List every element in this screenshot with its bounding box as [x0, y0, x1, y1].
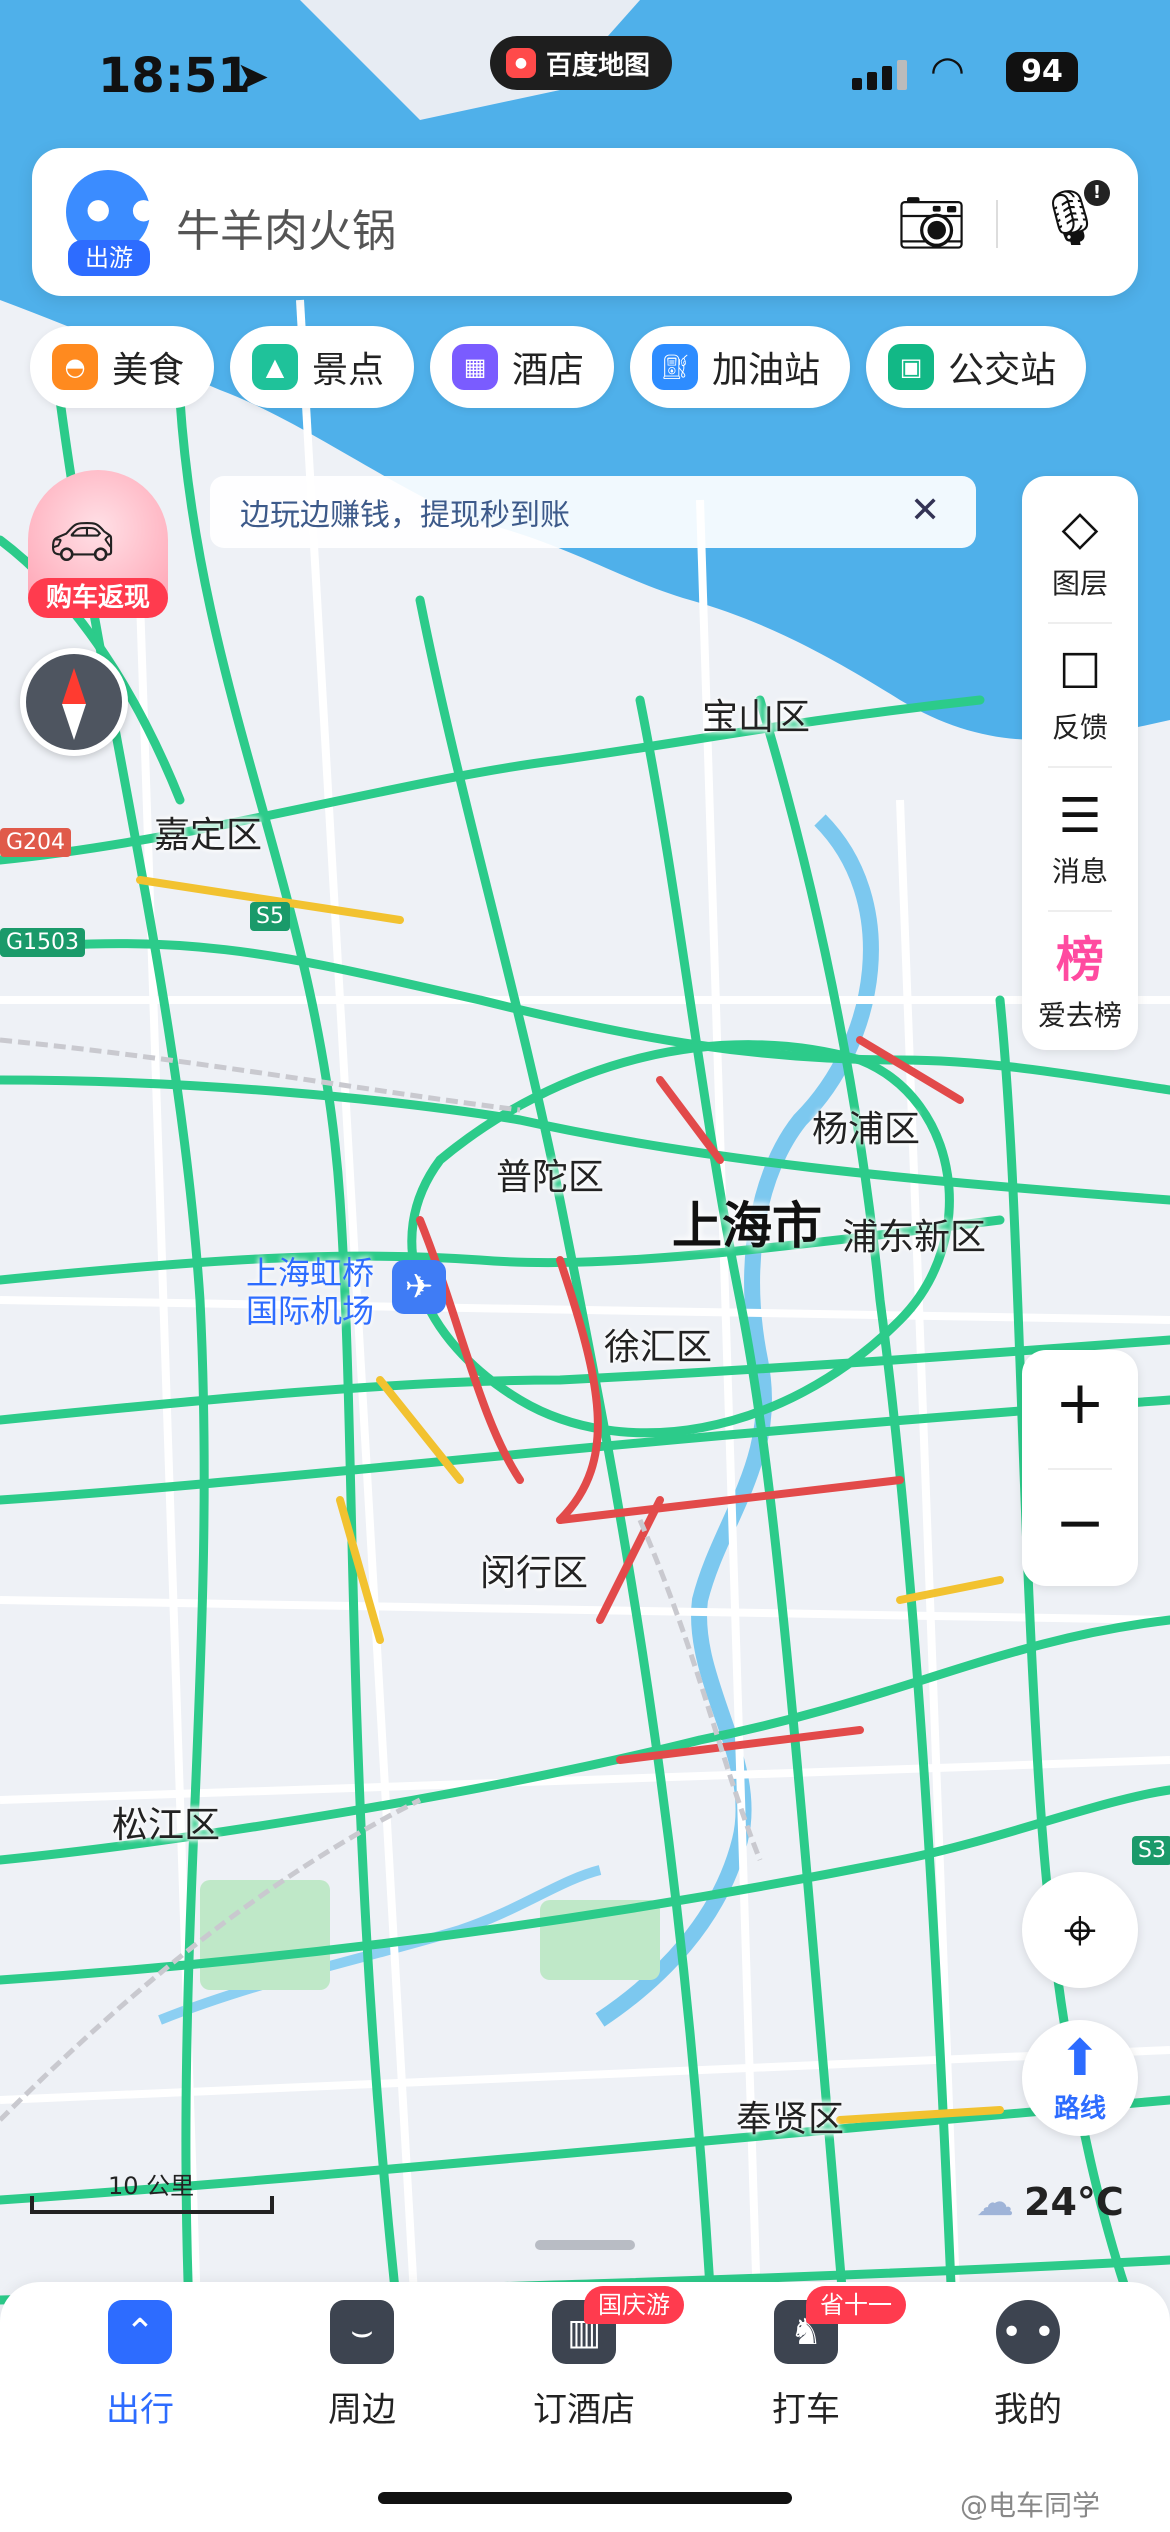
place-label-fengxian[interactable]: 奉贤区 — [736, 2090, 844, 2142]
highway-shield-g1503: G1503 — [0, 928, 86, 957]
compass-needle-south — [62, 704, 86, 740]
locate-me-button[interactable]: ⌖ — [1022, 1872, 1138, 1988]
toolbar-label: 爱去榜 — [1037, 999, 1122, 1032]
map-scale-bar — [30, 2196, 274, 2214]
car-icon: 🚗︎ — [48, 510, 117, 573]
tab-nearby[interactable]: ⌣ 周边 — [272, 2300, 452, 2431]
place-label-shanghai[interactable]: 上海市 — [672, 1186, 822, 1258]
feedback-icon: ☐ — [1058, 644, 1102, 700]
tab-label: 订酒店 — [533, 2390, 635, 2430]
earn-money-banner[interactable]: 边玩边赚钱，提现秒到账 — [210, 476, 976, 548]
airport-icon[interactable]: ✈ — [392, 1260, 446, 1314]
zoom-out-button[interactable]: − — [1022, 1488, 1138, 1558]
place-label-songjiang[interactable]: 松江区 — [112, 1796, 220, 1848]
wifi-icon: ◠ — [930, 48, 965, 94]
chip-gas-station[interactable]: ⛽︎ 加油站 — [630, 326, 851, 408]
route-button[interactable]: ⬆ 路线 — [1022, 2020, 1138, 2136]
weather-temp: 24°C — [1024, 2180, 1124, 2224]
place-label-baoshan[interactable]: 宝山区 — [702, 688, 810, 740]
partly-cloudy-icon: ☁ — [976, 2180, 1014, 2224]
layers-icon: ◇ — [1061, 500, 1099, 556]
travel-icon: ⌃ — [108, 2300, 172, 2364]
mic-notice-badge: ! — [1084, 180, 1110, 206]
nearby-icon: ⌣ — [330, 2300, 394, 2364]
toolbar-label: 图层 — [1051, 567, 1108, 600]
airport-label[interactable]: 上海虹桥 国际机场 — [246, 1254, 374, 1330]
banner-text: 边玩边赚钱，提现秒到账 — [240, 498, 570, 533]
app-name-pill: ● 百度地图 — [490, 36, 673, 90]
chip-label: 美食 — [112, 350, 185, 391]
route-arrow-icon: ⬆ — [1059, 2029, 1101, 2087]
tab-label: 打车 — [772, 2390, 840, 2430]
chip-label: 酒店 — [512, 350, 585, 391]
search-input[interactable]: 牛羊肉火锅 — [176, 195, 396, 259]
hotel-icon: ▦ — [452, 344, 499, 390]
baidu-map-logo-icon: ● — [506, 48, 536, 78]
toolbar-divider — [1048, 622, 1112, 624]
airport-label-line2: 国际机场 — [246, 1292, 375, 1330]
chip-scenic[interactable]: ▲ 景点 — [230, 326, 415, 408]
place-label-pudong[interactable]: 浦东新区 — [842, 1208, 986, 1260]
home-indicator[interactable] — [378, 2492, 792, 2504]
weather-widget[interactable]: ☁ 24°C — [976, 2180, 1124, 2224]
place-label-jiading[interactable]: 嘉定区 — [154, 806, 262, 858]
tab-travel[interactable]: ⌃ 出行 — [50, 2300, 230, 2431]
camera-icon[interactable]: 📷︎ — [896, 190, 967, 256]
crosshair-icon: ⌖ — [1063, 1896, 1097, 1964]
zoom-in-button[interactable]: + — [1022, 1368, 1138, 1438]
compass-needle-icon — [62, 668, 86, 704]
toolbar-label: 消息 — [1051, 855, 1108, 888]
mascot-eyes-icon: ● ● — [86, 192, 162, 225]
toolbar-divider — [1048, 766, 1112, 768]
tab-label: 出行 — [106, 2390, 174, 2430]
app-name: 百度地图 — [546, 50, 651, 81]
chip-label: 加油站 — [712, 350, 821, 391]
category-chips: ◓ 美食 ▲ 景点 ▦ 酒店 ⛽︎ 加油站 ▣ 公交站 — [30, 326, 1087, 408]
toolbar-layers[interactable]: ◇ 图层 — [1022, 500, 1138, 602]
toolbar-ranking[interactable]: 榜 爱去榜 — [1022, 932, 1138, 1034]
mascot-tag: 出游 — [68, 240, 150, 276]
location-arrow-icon: ➤ — [236, 54, 270, 100]
place-label-minhang[interactable]: 闵行区 — [480, 1544, 588, 1596]
gas-station-icon: ⛽︎ — [652, 344, 699, 390]
chip-hotel[interactable]: ▦ 酒店 — [430, 326, 615, 408]
highway-shield-g204: G204 — [0, 828, 72, 857]
status-time: 18:51 — [98, 48, 251, 104]
highway-shield-s5: S5 — [250, 902, 290, 931]
chip-bus-stop[interactable]: ▣ 公交站 — [866, 326, 1087, 408]
tab-badge-national-day: 国庆游 — [584, 2286, 684, 2324]
tab-profile[interactable]: • • 我的 — [938, 2300, 1118, 2431]
place-label-xuhui[interactable]: 徐汇区 — [604, 1318, 712, 1370]
food-icon: ◓ — [52, 344, 98, 390]
chip-label: 公交站 — [948, 350, 1057, 391]
toolbar-messages[interactable]: ☰ 消息 — [1022, 788, 1138, 890]
zoom-divider — [1048, 1468, 1112, 1470]
tab-label: 我的 — [994, 2390, 1062, 2430]
place-label-putuo[interactable]: 普陀区 — [496, 1148, 604, 1200]
place-label-yangpu[interactable]: 杨浦区 — [812, 1100, 920, 1152]
tab-label: 周边 — [328, 2390, 396, 2430]
chip-label: 景点 — [312, 350, 385, 391]
airport-label-line1: 上海虹桥 — [246, 1254, 375, 1292]
toolbar-divider — [1048, 910, 1112, 912]
battery-indicator: 94 — [1006, 52, 1078, 92]
profile-icon: • • — [996, 2300, 1060, 2364]
route-label: 路线 — [1053, 2094, 1106, 2124]
drawer-handle[interactable] — [535, 2240, 635, 2250]
tab-badge-save: 省十一 — [806, 2286, 906, 2324]
highway-shield-s3: S3 — [1132, 1836, 1170, 1865]
toolbar-feedback[interactable]: ☐ 反馈 — [1022, 644, 1138, 746]
search-divider — [996, 200, 998, 248]
close-icon[interactable]: ✕ — [910, 490, 940, 531]
toolbar-label: 反馈 — [1051, 711, 1108, 744]
ranking-icon: 榜 — [1055, 932, 1104, 988]
scenic-icon: ▲ — [252, 344, 299, 390]
bus-stop-icon: ▣ — [888, 344, 935, 390]
watermark: @电车同学 — [960, 2489, 1101, 2522]
cellular-signal-icon — [852, 60, 912, 90]
chip-food[interactable]: ◓ 美食 — [30, 326, 215, 408]
message-icon: ☰ — [1058, 788, 1102, 844]
promo-label[interactable]: 购车返现 — [28, 578, 168, 618]
